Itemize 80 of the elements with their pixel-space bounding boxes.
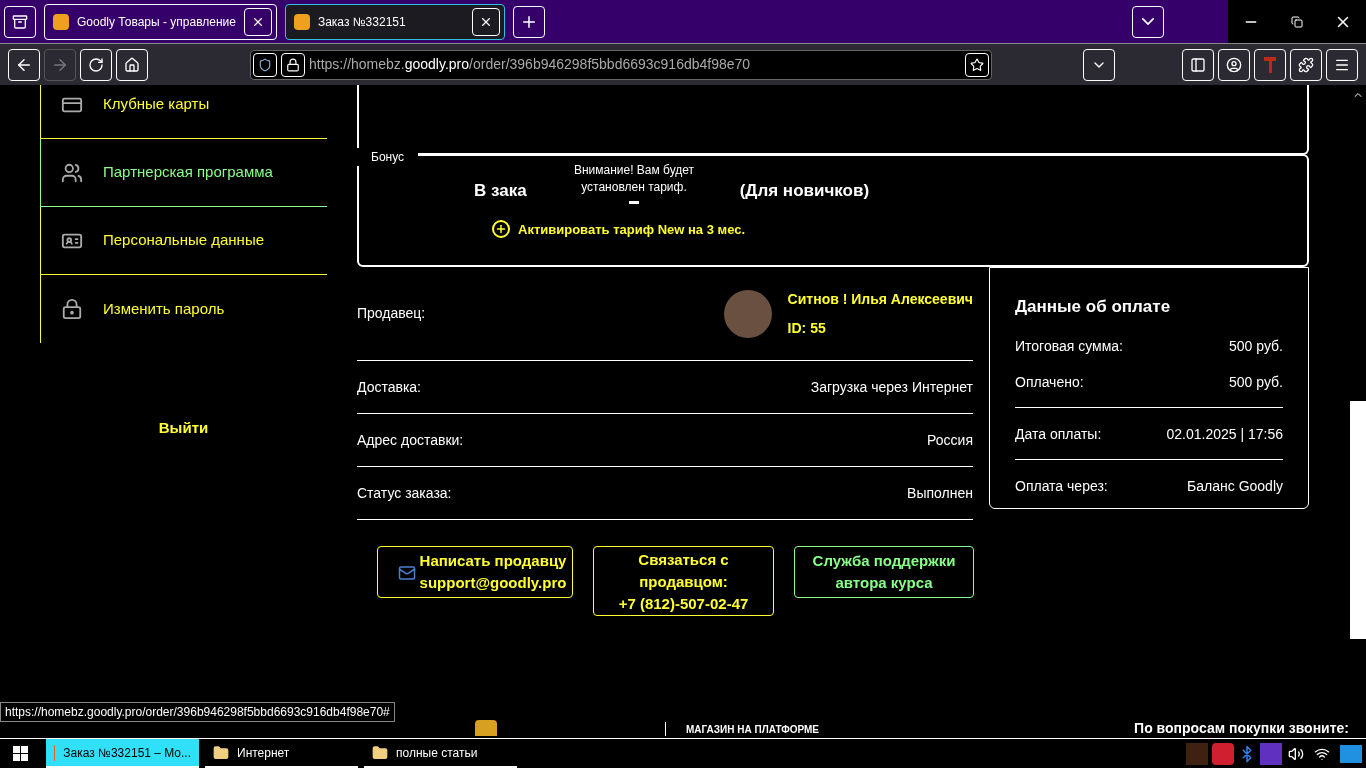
field-label: Оплачено: — [1015, 373, 1084, 392]
activate-tariff-link[interactable]: Активировать тариф New на 3 мес. — [492, 219, 746, 239]
sidebar-item[interactable]: Изменить пароль — [41, 275, 327, 343]
field-label: Продавец: — [357, 304, 426, 323]
app-tray-icon[interactable] — [1260, 742, 1282, 765]
tab-list-button[interactable] — [1132, 5, 1164, 38]
status-url-tooltip: https://homebz.goodly.pro/order/396b946298f5bbd6693c916db4f98e70# — [0, 702, 395, 722]
archive-icon — [12, 13, 28, 30]
footer-caption: По вопросам покупки звоните: — [1134, 720, 1349, 736]
close-tab-button[interactable] — [243, 7, 272, 36]
new-tab-button[interactable] — [512, 5, 545, 38]
sidebar-item-icon — [61, 298, 83, 320]
sidebar-icon — [1190, 56, 1206, 73]
taskbar-button[interactable]: полные статьи — [364, 739, 517, 768]
browser-tab[interactable]: Заказ №332151 — [284, 3, 505, 40]
sidebar-item[interactable]: Персональные данные — [41, 207, 327, 275]
puzzle-icon — [1298, 56, 1314, 73]
letter-t-icon — [1264, 56, 1276, 73]
shield-icon[interactable] — [253, 52, 277, 77]
account-button[interactable] — [1218, 48, 1250, 81]
minimize-icon — [1245, 20, 1257, 23]
field-value: Загрузка через Интернет — [810, 377, 973, 397]
lock-icon[interactable] — [281, 52, 305, 77]
bonus-heading: В зака — [474, 180, 527, 202]
sidebar-button[interactable] — [1182, 48, 1214, 81]
folder-icon — [372, 744, 388, 761]
contact-button[interactable]: Связаться с продавцом: +7 (812)-507-02-47 — [593, 546, 774, 616]
url-text: https://homebz.goodly.pro/order/396b946298f5bbd6693c916db4f98e70 — [309, 55, 752, 74]
field-value: 500 руб. — [1229, 373, 1283, 392]
field-label: Адрес доставки: — [357, 430, 464, 450]
sidebar-item[interactable]: Клубные карты — [41, 85, 327, 139]
address-bar[interactable]: https://homebz.goodly.pro/order/396b946298f5bbd6693c916db4f98e70 — [250, 49, 992, 80]
app-tray-icon[interactable] — [1212, 742, 1234, 765]
extension-button[interactable] — [1254, 48, 1286, 81]
sidebar-item-icon — [61, 161, 83, 184]
bonus-heading: (Для новичков) — [739, 180, 870, 202]
reload-icon — [88, 56, 104, 73]
home-button[interactable] — [116, 48, 148, 81]
panel-title: Данные об оплате — [1015, 297, 1172, 317]
taskbar-button[interactable]: Интернет — [205, 739, 358, 768]
folder-icon — [213, 744, 229, 761]
tab-title: Заказ №332151 — [317, 13, 407, 31]
field-value: 02.01.2025 | 17:56 — [1166, 425, 1283, 444]
seller-id: ID: 55 — [787, 318, 827, 338]
tab-overview-button[interactable] — [4, 5, 36, 38]
tab-title: Goodly Товары - управление — [77, 13, 236, 31]
reload-button[interactable] — [80, 48, 112, 81]
scrollbar-thumb[interactable] — [1350, 401, 1366, 639]
field-label: Оплата через: — [1015, 477, 1108, 496]
home-icon — [124, 56, 140, 73]
account-icon — [1226, 56, 1242, 73]
contact-button[interactable]: Написать продавцу support@goodly.pro — [377, 546, 573, 598]
field-value: 500 руб. — [1229, 337, 1283, 356]
field-label: Итоговая сумма: — [1015, 337, 1123, 356]
field-value: Выполнен — [907, 483, 973, 503]
restore-icon — [1291, 15, 1303, 28]
field-label: Дата оплаты: — [1015, 425, 1102, 444]
field-value: Баланс Goodly — [1187, 477, 1283, 496]
menu-button[interactable] — [1326, 48, 1358, 81]
taskbar-button[interactable]: Заказ №332151 – Mo... — [46, 739, 199, 768]
mail-icon — [398, 564, 416, 582]
site-logo-icon — [293, 13, 310, 30]
seller-name[interactable]: Ситнов ! Илья Алексеевич — [787, 288, 973, 310]
back-button[interactable] — [8, 48, 40, 81]
field-label: Доставка: — [357, 377, 421, 397]
close-tab-button[interactable] — [471, 7, 500, 36]
browser-tab[interactable]: Goodly Товары - управление — [44, 3, 277, 40]
contact-button[interactable]: Служба поддержки автора курса — [794, 546, 974, 598]
bonus-legend: Бонус — [357, 148, 419, 166]
logout-link[interactable]: Выйти — [158, 417, 209, 440]
site-logo-icon — [53, 13, 69, 30]
field-label: Статус заказа: — [357, 483, 452, 503]
volume-icon[interactable] — [1288, 745, 1304, 762]
field-value: Россия — [927, 430, 973, 450]
footer-caption: МАГАЗИН НА ПЛАТФОРМЕ — [686, 724, 819, 736]
pocket-button[interactable] — [1083, 48, 1115, 81]
sidebar-item[interactable]: Партнерская программа — [40, 139, 327, 207]
extensions-button[interactable] — [1290, 48, 1322, 81]
tooltip-marker — [629, 201, 639, 204]
chevron-down-icon — [1142, 18, 1154, 25]
